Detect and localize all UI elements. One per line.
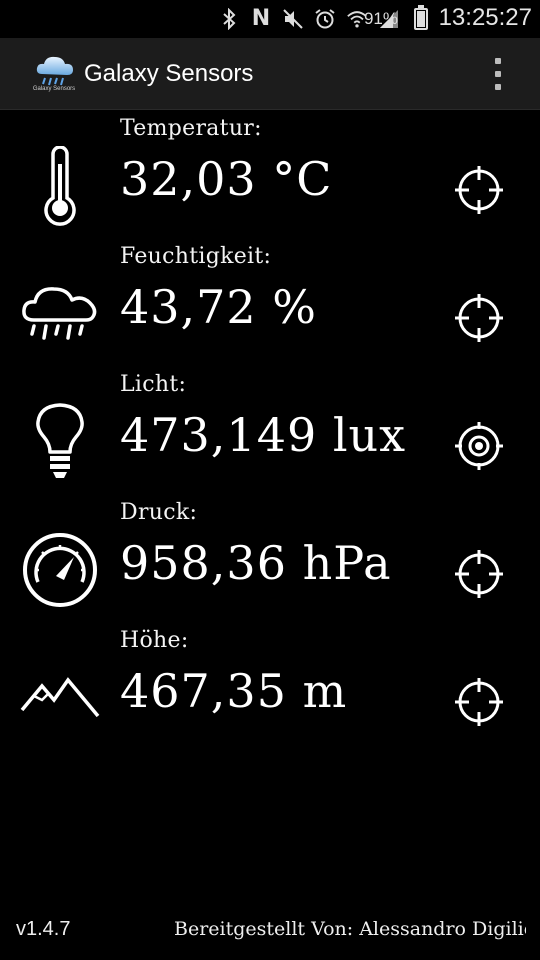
sensor-row-pressure: Druck: 958,36 hPa: [0, 496, 540, 624]
clock: 13:25:27: [438, 4, 532, 31]
mountains-icon: [18, 656, 102, 740]
sensor-value: 43,72 %: [120, 280, 318, 334]
app-logo-caption: Galaxy Sensors: [32, 86, 76, 92]
sensor-value: 473,149 lux: [120, 408, 407, 462]
lightbulb-icon: [18, 400, 102, 484]
alarm-icon: [314, 8, 336, 30]
sensor-value: 32,03 °C: [120, 152, 333, 206]
sensor-label: Höhe:: [120, 628, 189, 653]
battery-icon: [414, 5, 428, 30]
sensor-row-light: Licht: 473,149 lux: [0, 368, 540, 496]
mute-icon: [282, 8, 304, 30]
status-bar: N 91% 13:25:27: [0, 0, 540, 38]
sensor-label: Licht:: [120, 372, 187, 397]
crosshair-active-icon[interactable]: [454, 421, 504, 471]
crosshair-icon[interactable]: [454, 549, 504, 599]
bluetooth-icon: [218, 8, 240, 30]
crosshair-icon[interactable]: [454, 677, 504, 727]
sensor-value: 958,36 hPa: [120, 536, 392, 590]
sensor-row-humidity: Feuchtigkeit: 43,72 %: [0, 240, 540, 368]
sensor-value: 467,35 m: [120, 664, 348, 718]
credits-label: Bereitgestellt Von: Alessandro Digilio: [174, 918, 526, 940]
sensor-row-altitude: Höhe: 467,35 m: [0, 624, 540, 752]
sensor-label: Druck:: [120, 500, 198, 525]
app-title: Galaxy Sensors: [84, 60, 254, 87]
overflow-menu-icon[interactable]: [488, 56, 508, 92]
nfc-icon: N: [251, 6, 271, 31]
sensor-label: Feuchtigkeit:: [120, 244, 272, 269]
crosshair-icon[interactable]: [454, 293, 504, 343]
version-label: v1.4.7: [16, 918, 71, 940]
battery-percent: 91%: [363, 9, 398, 28]
sensor-label: Temperatur:: [120, 116, 262, 141]
crosshair-icon[interactable]: [454, 165, 504, 215]
action-bar: Galaxy Sensors Galaxy Sensors: [0, 38, 540, 110]
barometer-icon: [18, 528, 102, 612]
rain-cloud-icon: [18, 272, 102, 356]
thermometer-icon: [18, 144, 102, 228]
sensor-row-temperature: Temperatur: 32,03 °C: [0, 112, 540, 240]
